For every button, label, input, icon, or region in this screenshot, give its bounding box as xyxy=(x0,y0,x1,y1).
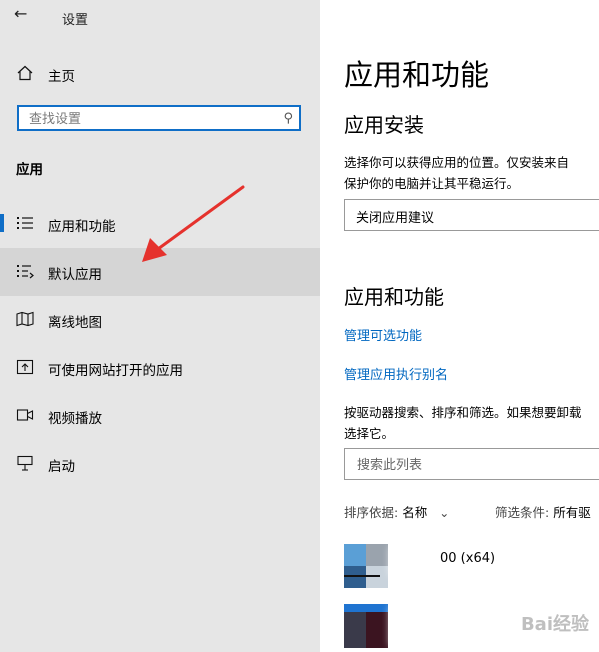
sidebar-item-label: 可使用网站打开的应用 xyxy=(48,363,183,379)
sidebar-item-label: 离线地图 xyxy=(48,315,102,331)
list-search-box[interactable] xyxy=(344,448,599,480)
install-desc-line2: 保护你的电脑并让其平稳运行。 xyxy=(344,176,520,191)
install-desc-line1: 选择你可以获得应用的位置。仅安装来自 xyxy=(344,155,570,170)
sort-value: 名称 xyxy=(402,505,428,520)
home-label: 主页 xyxy=(48,69,75,85)
app-name: 00 (x64) xyxy=(440,551,496,566)
apps-features-icon xyxy=(17,217,33,229)
sidebar-item-video-playback[interactable]: 视频播放 xyxy=(0,392,320,440)
apps-for-websites-icon xyxy=(16,359,34,375)
settings-search-box[interactable]: ⚲ xyxy=(17,105,301,131)
page-title: 应用和功能 xyxy=(344,58,490,92)
install-heading: 应用安装 xyxy=(344,113,424,137)
video-playback-icon xyxy=(16,409,34,421)
sidebar-item-label: 应用和功能 xyxy=(48,219,116,235)
dropdown-value: 关闭应用建议 xyxy=(356,211,435,226)
search-desc-line2: 选择它。 xyxy=(344,426,395,441)
app-icon xyxy=(344,604,388,648)
sidebar-item-label: 启动 xyxy=(48,459,75,475)
features-heading: 应用和功能 xyxy=(344,285,444,309)
sort-control[interactable]: 排序依据: 名称 ⌄ xyxy=(344,502,449,521)
list-search-input[interactable] xyxy=(355,455,599,475)
back-arrow-icon[interactable]: ← xyxy=(14,4,27,23)
startup-icon xyxy=(17,455,33,471)
filter-label: 筛选条件: xyxy=(495,505,550,520)
sidebar-item-startup[interactable]: 启动 xyxy=(0,440,320,488)
home-icon xyxy=(17,65,33,81)
manage-app-aliases-link[interactable]: 管理应用执行别名 xyxy=(344,364,448,383)
home-nav-item[interactable]: 主页 xyxy=(0,58,320,88)
sidebar-item-offline-maps[interactable]: 离线地图 xyxy=(0,296,320,344)
sidebar-item-apps-for-websites[interactable]: 可使用网站打开的应用 xyxy=(0,344,320,392)
search-desc-line1: 按驱动器搜索、排序和筛选。如果想要卸载 xyxy=(344,405,582,420)
app-list-item[interactable]: 00 (x64) xyxy=(320,544,599,594)
search-icon: ⚲ xyxy=(283,111,293,126)
sort-label: 排序依据: xyxy=(344,505,399,520)
sidebar-item-label: 视频播放 xyxy=(48,411,102,427)
sidebar-item-label: 默认应用 xyxy=(48,267,102,283)
filter-value: 所有驱 xyxy=(553,505,591,520)
app-icon xyxy=(344,544,388,588)
settings-search-input[interactable] xyxy=(27,109,271,129)
manage-optional-features-link[interactable]: 管理可选功能 xyxy=(344,325,422,344)
window-title: 设置 xyxy=(62,13,89,28)
selection-indicator xyxy=(0,214,4,232)
sidebar-item-default-apps[interactable]: 默认应用 xyxy=(0,248,320,296)
install-source-dropdown[interactable]: 关闭应用建议 xyxy=(344,199,599,231)
main-content: 应用和功能 应用安装 选择你可以获得应用的位置。仅安装来自 保护你的电脑并让其平… xyxy=(320,0,599,652)
sidebar: ← 设置 主页 ⚲ 应用 应用和功能 默认应用 离线地图 xyxy=(0,0,320,652)
filter-control[interactable]: 筛选条件: 所有驱 xyxy=(495,502,591,521)
offline-maps-icon xyxy=(16,311,34,327)
chevron-down-icon: ⌄ xyxy=(439,506,450,520)
section-label: 应用 xyxy=(16,162,43,178)
watermark-logo: Bai经验 xyxy=(520,614,589,635)
title-bar: ← 设置 xyxy=(0,0,320,34)
sidebar-item-apps-features[interactable]: 应用和功能 xyxy=(0,200,320,248)
default-apps-icon xyxy=(17,265,34,279)
